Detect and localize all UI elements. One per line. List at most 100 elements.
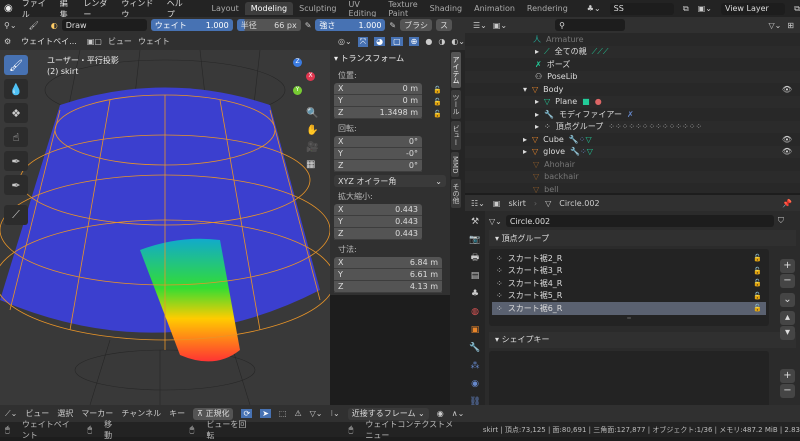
outliner-search-input[interactable]: ⚲ [555,19,626,31]
tab-shading[interactable]: Shading [424,2,469,15]
timeline-editor-type-icon[interactable]: ⟋⌄ [5,409,17,419]
expand-arrow-icon[interactable]: ▸ [523,135,527,144]
tab-mmd[interactable]: MMD [451,152,459,178]
filter-icon[interactable]: ▽⌄ [768,21,781,30]
rotation-mode-dropdown[interactable]: XYZ オイラー角 ⌄ [334,175,446,187]
gizmo-x-axis[interactable]: X [306,72,315,81]
menu-view[interactable]: ビュー [25,408,49,419]
mode-dropdown[interactable]: ウェイトペイ... [17,36,81,48]
camera-icon[interactable]: 🎥 [306,142,318,153]
pan-hand-icon[interactable]: ✋ [306,125,318,136]
lock-icon[interactable]: 🔓 [753,254,762,262]
tab-item[interactable]: アイテム [451,52,461,88]
outliner-row[interactable]: ▽ Ahohair [465,158,800,171]
falloff-icon[interactable]: ∧⌄ [452,409,465,418]
gizmo-z-axis[interactable]: Z [293,58,302,67]
scene-field[interactable]: SS [609,2,674,15]
expand-arrow-icon[interactable]: ▸ [535,110,539,119]
menu-view[interactable]: ビュー [108,36,132,47]
outliner-row[interactable]: ▸ ▽ Cube 🔧⁘▽ 👁 [465,133,800,146]
properties-editor-type-icon[interactable]: ☷⌄ [471,199,485,208]
lock-icon[interactable]: 🔓 [433,98,442,106]
fake-user-shield-icon[interactable]: ⛉ [778,216,784,226]
physics-tab-icon[interactable]: ◉ [468,377,482,391]
lock-icon[interactable]: 🔓 [753,292,762,300]
scale-y[interactable]: Y 0.443 [334,216,422,228]
dimensions-z[interactable]: Z 4.13 m [334,281,442,293]
smear-tool-icon[interactable]: ☝ [4,127,28,147]
visibility-eye-icon[interactable]: 👁 [782,135,792,144]
lock-icon[interactable]: 🔓 [753,279,762,287]
tab-view[interactable]: ビュー [451,121,461,150]
navigation-gizmo[interactable]: Z X Y [278,58,318,98]
view-layer-field[interactable]: View Layer [720,2,786,15]
tab-other[interactable]: その他 [451,179,461,209]
visibility-eye-icon[interactable]: 👁 [782,147,792,156]
editor-type-icon[interactable]: ⚙ [4,37,11,46]
stroke-menu[interactable]: ス [435,19,452,31]
snap-icon[interactable]: ⁝⌄ [330,409,339,418]
move-up-button[interactable]: ▴ [780,311,795,325]
brush-icon[interactable]: 🖌 [29,21,39,30]
menu-channel[interactable]: チャンネル [121,408,161,419]
shading-rendered-icon[interactable]: ◐⌄ [451,37,465,46]
outliner-row[interactable]: ▸ ⁘ 頂点グループ ⁘⁘⁘⁘⁘⁘⁘⁘⁘⁘⁘⁘⁘⁘ [465,120,800,133]
list-item[interactable]: ⁘ スカート裾4_R 🔓 [492,277,766,290]
outliner-row[interactable]: ⚇ PoseLib [465,70,800,83]
remove-shape-key-button[interactable]: − [780,384,795,398]
breadcrumb-object[interactable]: skirt [508,199,525,208]
sample-group-tool-icon[interactable]: ✒ [4,175,28,195]
gizmo-toggle-icon[interactable]: ⤧ [357,36,369,47]
filter-icon[interactable]: ▽⌄ [310,409,323,418]
lock-icon[interactable]: 🔓 [433,86,442,94]
tab-rendering[interactable]: Rendering [521,2,574,15]
mesh-name-field[interactable]: Circle.002 [505,215,774,227]
menu-key[interactable]: キー [169,408,185,419]
lock-icon[interactable]: 🔓 [433,110,442,118]
expand-arrow-icon[interactable]: ▸ [535,122,539,131]
dimensions-y[interactable]: Y 6.61 m [334,269,442,281]
gradient-tool-icon[interactable]: ⟋ [4,205,28,225]
shading-material-icon[interactable]: ◑ [438,37,445,46]
outliner-row[interactable]: ▾ ▽ Body 👁 [465,83,800,96]
mesh-browse-icon[interactable]: ▽⌄ [489,217,502,226]
tab-tool[interactable]: ツール [451,90,461,119]
select-tool-icon[interactable]: ➤ [260,409,271,418]
auto-normalize-icon[interactable]: ⟳ [241,409,253,418]
shading-wireframe-icon[interactable]: ⊕ [408,37,420,46]
weight-slider[interactable]: ウェイト 1.000 [150,19,233,31]
tab-animation[interactable]: Animation [468,2,521,15]
proportional-icon[interactable]: ◉ [437,409,444,418]
list-item[interactable]: ⁘ スカート裾5_R 🔓 [492,290,766,303]
modifier-tab-icon[interactable]: 🔧 [468,341,482,355]
brush-name-field[interactable]: Draw [61,19,147,31]
expand-arrow-icon[interactable]: ▸ [535,47,539,56]
remove-vertex-group-button[interactable]: − [780,274,795,288]
scene-tab-icon[interactable]: ♣ [468,287,482,301]
average-tool-icon[interactable]: ❖ [4,103,28,123]
outliner-row[interactable]: ▸ ▽ Plane ■ ● [465,95,800,108]
add-shape-key-button[interactable]: + [780,369,795,383]
list-item[interactable]: ⁘ スカート裾2_R 🔓 [492,252,766,265]
tab-layout[interactable]: Layout [206,2,245,15]
menu-weight[interactable]: ウェイト [138,36,170,47]
blur-tool-icon[interactable]: 💧 [4,79,28,99]
view-layer-tab-icon[interactable]: ▤ [468,269,482,283]
tool-icon[interactable]: ⚲⌄ [4,21,17,30]
rotation-z[interactable]: Z 0° [334,160,422,172]
warning-icon[interactable]: ⚠ [294,409,301,418]
new-scene-icon[interactable]: ⧉ [683,4,689,14]
xray-toggle-icon[interactable]: ▢ [391,37,403,46]
outliner-row[interactable]: ✗ ポーズ [465,58,800,71]
breadcrumb-mesh[interactable]: Circle.002 [559,199,599,208]
list-item-selected[interactable]: ⁘ スカート裾6_R 🔓 [492,302,766,315]
location-x[interactable]: X 0 m [334,83,422,95]
rotation-y[interactable]: Y -0° [334,148,422,160]
pin-icon[interactable]: 📌 [782,199,792,208]
location-y[interactable]: Y 0 m [334,95,422,107]
menu-marker[interactable]: マーカー [81,408,113,419]
world-tab-icon[interactable]: ◍ [468,305,482,319]
list-resize-handle[interactable]: ═ [492,315,766,323]
tab-sculpting[interactable]: Sculpting [293,2,342,15]
tool-tab-icon[interactable]: ⚒ [468,215,482,229]
